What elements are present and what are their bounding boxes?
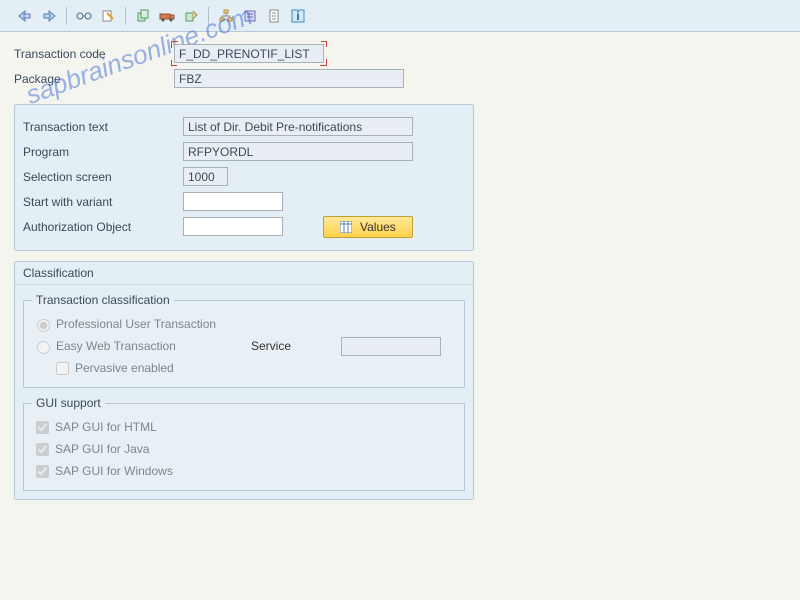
- start-variant-field[interactable]: [183, 192, 283, 211]
- pervasive-label: Pervasive enabled: [75, 361, 174, 375]
- selection-screen-label: Selection screen: [23, 170, 183, 184]
- forward-icon[interactable]: [38, 5, 60, 27]
- classification-group: Classification Transaction classificatio…: [14, 261, 474, 500]
- service-label: Service: [251, 339, 341, 353]
- copy-icon[interactable]: [132, 5, 154, 27]
- professional-user-label: Professional User Transaction: [56, 317, 216, 331]
- values-button-label: Values: [360, 220, 396, 234]
- package-label: Package: [14, 72, 174, 86]
- toolbar-separator: [125, 7, 126, 25]
- back-icon[interactable]: [14, 5, 36, 27]
- transport-icon[interactable]: [156, 5, 178, 27]
- authorization-object-field[interactable]: [183, 217, 283, 236]
- gui-html-label: SAP GUI for HTML: [55, 420, 157, 434]
- easy-web-radio[interactable]: [37, 341, 50, 354]
- transaction-text-label: Transaction text: [23, 120, 183, 134]
- application-toolbar: i: [0, 0, 800, 32]
- toolbar-separator: [208, 7, 209, 25]
- glasses-icon[interactable]: [73, 5, 95, 27]
- document-icon[interactable]: [263, 5, 285, 27]
- service-field[interactable]: [341, 337, 441, 356]
- content-area: Transaction code F_DD_PRENOTIF_LIST Pack…: [0, 32, 800, 510]
- svg-text:i: i: [296, 9, 299, 23]
- values-button[interactable]: Values: [323, 216, 413, 238]
- gui-java-label: SAP GUI for Java: [55, 442, 149, 456]
- gui-windows-checkbox[interactable]: [36, 465, 49, 478]
- professional-user-radio[interactable]: [37, 319, 50, 332]
- hierarchy-icon[interactable]: [215, 5, 237, 27]
- toolbar-separator: [66, 7, 67, 25]
- edit-icon[interactable]: [97, 5, 119, 27]
- selection-screen-field[interactable]: 1000: [183, 167, 228, 186]
- transaction-details-group: Transaction text List of Dir. Debit Pre-…: [14, 104, 474, 251]
- transaction-classification-fieldset: Transaction classification Professional …: [23, 293, 465, 388]
- transaction-text-field[interactable]: List of Dir. Debit Pre-notifications: [183, 117, 413, 136]
- program-field[interactable]: RFPYORDL: [183, 142, 413, 161]
- easy-web-label: Easy Web Transaction: [56, 339, 251, 353]
- transaction-code-field[interactable]: F_DD_PRENOTIF_LIST: [174, 44, 324, 63]
- classification-title: Classification: [15, 262, 473, 285]
- pervasive-checkbox[interactable]: [56, 362, 69, 375]
- gui-html-checkbox[interactable]: [36, 421, 49, 434]
- program-label: Program: [23, 145, 183, 159]
- info-icon[interactable]: i: [287, 5, 309, 27]
- package-field[interactable]: FBZ: [174, 69, 404, 88]
- sap-gui-window: sapbrainsonline.com i Transaction code F…: [0, 0, 800, 600]
- transaction-classification-legend: Transaction classification: [32, 293, 174, 307]
- gui-windows-label: SAP GUI for Windows: [55, 464, 173, 478]
- transaction-code-label: Transaction code: [14, 47, 174, 61]
- gui-java-checkbox[interactable]: [36, 443, 49, 456]
- gui-support-fieldset: GUI support SAP GUI for HTML SAP GUI for…: [23, 396, 465, 491]
- start-variant-label: Start with variant: [23, 195, 183, 209]
- assign-icon[interactable]: [180, 5, 202, 27]
- authorization-object-label: Authorization Object: [23, 220, 183, 234]
- table-icon: [340, 221, 352, 233]
- variant-icon[interactable]: [239, 5, 261, 27]
- gui-support-legend: GUI support: [32, 396, 105, 410]
